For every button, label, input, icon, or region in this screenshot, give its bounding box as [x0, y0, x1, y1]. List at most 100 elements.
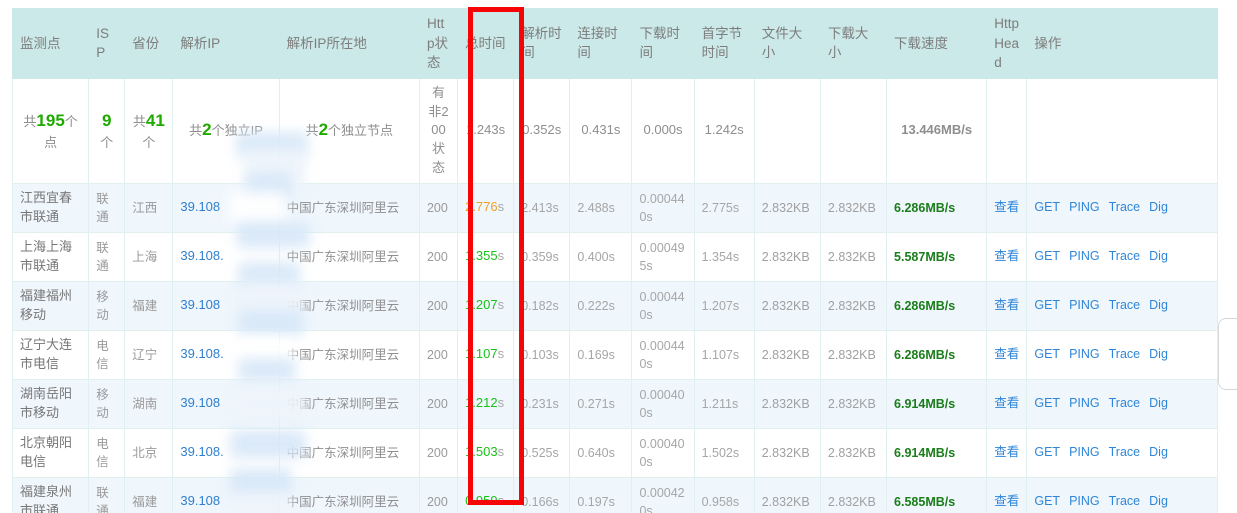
view-http-head-link[interactable]: 查看: [994, 298, 1019, 312]
column-header-resolve-time[interactable]: 解析时间: [513, 8, 571, 79]
table-row: 福建泉州市联通 联通 福建 39.108 中国广东深圳阿里云 200 0.959s 0.166…: [12, 476, 1218, 513]
cell-ip[interactable]: 39.108.: [172, 231, 280, 282]
action-trace-link[interactable]: Trace: [1109, 347, 1141, 361]
cell-download-size: 2.832KB: [819, 231, 888, 282]
cell-province: 上海: [124, 231, 174, 282]
column-header-connect-time[interactable]: 连接时间: [569, 8, 633, 79]
view-http-head-link[interactable]: 查看: [994, 445, 1019, 459]
action-dig-link[interactable]: Dig: [1149, 298, 1168, 312]
cell-actions: GET PING Trace Dig: [1026, 280, 1218, 331]
column-header-total-time[interactable]: 总时间: [457, 8, 515, 79]
column-header-ttfb[interactable]: 首字节时间: [693, 8, 755, 79]
ip-link[interactable]: 39.108.: [180, 346, 223, 361]
action-trace-link[interactable]: Trace: [1109, 200, 1141, 214]
action-dig-link[interactable]: Dig: [1149, 445, 1168, 459]
cell-http-head[interactable]: 查看: [986, 329, 1028, 380]
cell-ip[interactable]: 39.108.: [172, 329, 280, 380]
view-http-head-link[interactable]: 查看: [994, 347, 1019, 361]
action-trace-link[interactable]: Trace: [1109, 445, 1141, 459]
action-dig-link[interactable]: Dig: [1149, 200, 1168, 214]
cell-actions: GET PING Trace Dig: [1026, 378, 1218, 429]
cell-ip[interactable]: 39.108: [172, 378, 280, 429]
ip-link[interactable]: 39.108: [180, 493, 220, 508]
cell-ip-location: 中国广东深圳阿里云: [278, 329, 420, 380]
ip-link[interactable]: 39.108.: [180, 444, 223, 459]
column-header-isp[interactable]: ISP: [88, 8, 126, 79]
total-time-unit: s: [497, 248, 505, 264]
summary-download-time: 0.000s: [631, 77, 695, 184]
action-ping-link[interactable]: PING: [1069, 298, 1100, 312]
action-trace-link[interactable]: Trace: [1109, 494, 1141, 508]
view-http-head-link[interactable]: 查看: [994, 249, 1019, 263]
cell-ip[interactable]: 39.108: [172, 280, 280, 331]
action-get-link[interactable]: GET: [1034, 396, 1060, 410]
view-http-head-link[interactable]: 查看: [994, 200, 1019, 214]
cell-site: 上海上海市联通: [12, 231, 90, 282]
action-ping-link[interactable]: PING: [1069, 494, 1100, 508]
cell-download-speed: 6.914MB/s: [886, 378, 988, 429]
view-http-head-link[interactable]: 查看: [994, 494, 1019, 508]
cell-ip[interactable]: 39.108.: [172, 427, 280, 478]
cell-http-status: 200: [418, 280, 459, 331]
cell-http-status: 200: [418, 182, 459, 233]
action-ping-link[interactable]: PING: [1069, 396, 1100, 410]
action-ping-link[interactable]: PING: [1069, 249, 1100, 263]
side-popup-panel[interactable]: [1218, 318, 1237, 390]
cell-isp: 电信: [88, 329, 126, 380]
action-trace-link[interactable]: Trace: [1109, 298, 1141, 312]
action-get-link[interactable]: GET: [1034, 200, 1060, 214]
action-get-link[interactable]: GET: [1034, 249, 1060, 263]
cell-ip[interactable]: 39.108: [172, 476, 280, 513]
cell-connect-time: 0.197s: [569, 476, 633, 513]
cell-isp: 电信: [88, 427, 126, 478]
ip-link[interactable]: 39.108: [180, 297, 220, 312]
action-ping-link[interactable]: PING: [1069, 200, 1100, 214]
cell-resolve-time: 0.525s: [513, 427, 571, 478]
action-dig-link[interactable]: Dig: [1149, 249, 1168, 263]
column-header-province[interactable]: 省份: [124, 8, 174, 79]
action-ping-link[interactable]: PING: [1069, 347, 1100, 361]
summary-connect-time: 0.431s: [569, 77, 633, 184]
cell-ttfb: 1.354s: [693, 231, 755, 282]
action-get-link[interactable]: GET: [1034, 445, 1060, 459]
action-dig-link[interactable]: Dig: [1149, 494, 1168, 508]
column-header-download-size[interactable]: 下载大小: [819, 8, 888, 79]
ip-link[interactable]: 39.108.: [180, 248, 223, 263]
ip-link[interactable]: 39.108: [180, 395, 220, 410]
cell-file-size: 2.832KB: [753, 329, 821, 380]
cell-http-head[interactable]: 查看: [986, 231, 1028, 282]
cell-http-head[interactable]: 查看: [986, 476, 1028, 513]
cell-ip[interactable]: 39.108: [172, 182, 280, 233]
cell-http-head[interactable]: 查看: [986, 182, 1028, 233]
column-header-http-head[interactable]: Http Head: [986, 8, 1028, 79]
column-header-ip-location[interactable]: 解析IP所在地: [278, 8, 420, 79]
action-dig-link[interactable]: Dig: [1149, 396, 1168, 410]
action-dig-link[interactable]: Dig: [1149, 347, 1168, 361]
column-header-ip[interactable]: 解析IP: [172, 8, 280, 79]
action-trace-link[interactable]: Trace: [1109, 249, 1141, 263]
column-header-file-size[interactable]: 文件大小: [753, 8, 821, 79]
top-gutter: [0, 0, 1237, 8]
action-ping-link[interactable]: PING: [1069, 445, 1100, 459]
cell-download-speed: 6.286MB/s: [886, 329, 988, 380]
action-get-link[interactable]: GET: [1034, 494, 1060, 508]
action-get-link[interactable]: GET: [1034, 298, 1060, 312]
cell-province: 福建: [124, 476, 174, 513]
column-header-actions[interactable]: 操作: [1026, 8, 1218, 79]
cell-download-size: 2.832KB: [819, 378, 888, 429]
cell-http-head[interactable]: 查看: [986, 427, 1028, 478]
cell-resolve-time: 0.166s: [513, 476, 571, 513]
column-header-download-speed[interactable]: 下载速度: [886, 8, 988, 79]
view-http-head-link[interactable]: 查看: [994, 396, 1019, 410]
summary-status-warning: 有非200状态: [418, 77, 459, 184]
column-header-site[interactable]: 监测点: [12, 8, 90, 79]
cell-download-time: 0.000420s: [631, 476, 695, 513]
action-get-link[interactable]: GET: [1034, 347, 1060, 361]
cell-http-head[interactable]: 查看: [986, 280, 1028, 331]
column-header-download-time[interactable]: 下载时间: [631, 8, 695, 79]
action-trace-link[interactable]: Trace: [1109, 396, 1141, 410]
column-header-http-status[interactable]: Http状态: [418, 8, 459, 79]
cell-http-head[interactable]: 查看: [986, 378, 1028, 429]
ip-link[interactable]: 39.108: [180, 199, 220, 214]
summary-total-time: 1.243s: [457, 77, 515, 184]
